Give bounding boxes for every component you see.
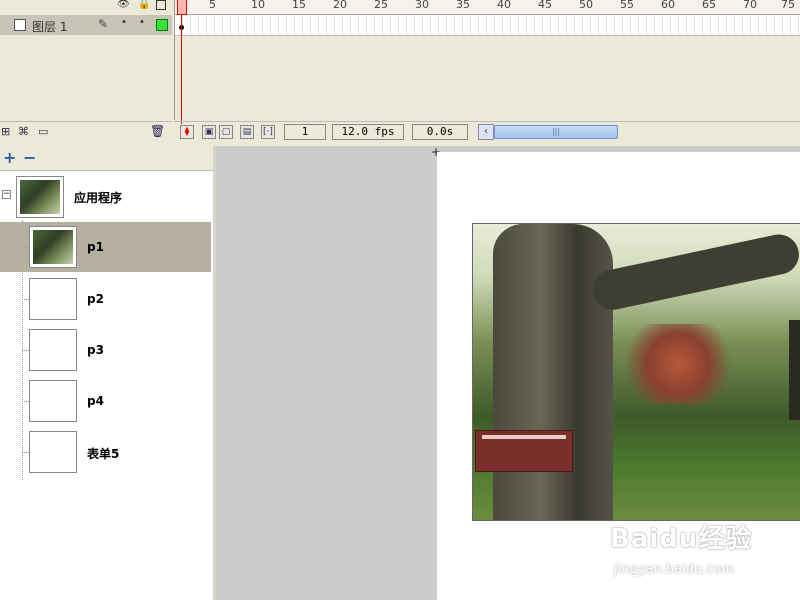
screen-thumbnail <box>29 329 77 371</box>
tree-node-p4[interactable]: p4 <box>0 376 211 426</box>
baidu-jingyan-watermark: Baidu经验 jingyan.baidu.com <box>610 518 800 588</box>
scroll-thumb[interactable]: ||| <box>494 125 618 139</box>
tree-node-root[interactable]: − 应用程序 <box>0 172 211 222</box>
screen-label: 表单5 <box>87 447 120 461</box>
screen-thumbnail <box>29 431 77 473</box>
layer-name[interactable]: 图层 1 <box>32 18 67 35</box>
screen-thumbnail <box>29 278 77 320</box>
outline-toolbar: + − <box>0 146 213 171</box>
tree-node-p3[interactable]: p3 <box>0 325 211 375</box>
tick-label: 55 <box>620 0 634 11</box>
insert-layer-icon[interactable]: ⊞ <box>1 125 10 138</box>
tick-label: 30 <box>415 0 429 11</box>
tick-label: 70 <box>743 0 757 11</box>
trash-icon[interactable]: 🗑 <box>150 124 165 138</box>
playhead-handle[interactable] <box>177 0 187 15</box>
screen-thumbnail <box>16 176 64 218</box>
pencil-icon: ✎ <box>98 17 109 31</box>
playhead-line <box>181 14 182 124</box>
tick-label: 35 <box>456 0 470 11</box>
tree-node-p2[interactable]: p2 <box>0 274 211 324</box>
layer-header: 👁 🔒 <box>0 0 172 14</box>
screen-label: p4 <box>87 394 104 408</box>
tick-label: 40 <box>497 0 511 11</box>
lock-icon[interactable]: 🔒 <box>138 0 150 10</box>
watermark-logo: Baidu经验 <box>610 524 753 554</box>
add-motion-guide-icon[interactable]: ⌘ <box>18 125 29 138</box>
timeline-status-bar: ⧫ ▣ ▢ ▤ [·] 1 12.0 fps 0.0s ‹ ||| <box>174 121 800 142</box>
scroll-left-icon[interactable]: ‹ <box>478 124 494 140</box>
layer-column: 👁 🔒 图层 1 ✎ • • ⊞ ⌘ ▭ 🗑 <box>0 0 172 143</box>
insert-folder-icon[interactable]: ▭ <box>38 125 48 138</box>
tick-label: 20 <box>333 0 347 11</box>
screen-outline-panel: + − − 应用程序 p1 p2 p3 p4 表单5 <box>0 146 216 600</box>
timeline-hscrollbar[interactable]: ‹ ||| <box>478 124 800 140</box>
onion-skin-icon[interactable]: ▣ <box>202 125 216 139</box>
outline-icon[interactable] <box>156 0 166 10</box>
tick-label: 60 <box>661 0 675 11</box>
tick-label: 15 <box>292 0 306 11</box>
timeline-panel: 👁 🔒 图层 1 ✎ • • ⊞ ⌘ ▭ 🗑 1 5 10 15 20 25 3… <box>0 0 800 143</box>
remove-screen-button[interactable]: − <box>23 148 36 167</box>
tree-node-p1[interactable]: p1 <box>0 222 211 272</box>
screen-label: p3 <box>87 343 104 357</box>
visibility-dot[interactable]: • <box>121 17 127 28</box>
watermark-url: jingyan.baidu.com <box>614 562 734 577</box>
tick-label: 5 <box>209 0 216 11</box>
screen-label: p2 <box>87 292 104 306</box>
tree-node-form5[interactable]: 表单5 <box>0 427 211 477</box>
frames-area[interactable]: 1 5 10 15 20 25 30 35 40 45 50 55 60 65 … <box>174 0 800 124</box>
screen-thumbnail <box>29 226 77 268</box>
elapsed-time-field: 0.0s <box>412 124 468 140</box>
tick-label: 45 <box>538 0 552 11</box>
screen-tree: − 应用程序 p1 p2 p3 p4 表单5 <box>0 172 213 600</box>
tick-label: 25 <box>374 0 388 11</box>
center-frame-icon[interactable]: ⧫ <box>180 125 194 139</box>
frame-row[interactable] <box>175 15 800 36</box>
layer-row[interactable]: 图层 1 ✎ • • <box>0 15 172 35</box>
screen-label: p1 <box>87 240 104 254</box>
frame-rate-field[interactable]: 12.0 fps <box>332 124 404 140</box>
eye-icon[interactable]: 👁 <box>117 0 130 10</box>
modify-onion-markers-icon[interactable]: [·] <box>261 125 275 139</box>
layer-tools: ⊞ ⌘ ▭ 🗑 <box>0 121 172 142</box>
screen-thumbnail <box>29 380 77 422</box>
tick-label: 75 <box>781 0 795 11</box>
onion-outline-icon[interactable]: ▢ <box>219 125 233 139</box>
current-frame-field: 1 <box>284 124 326 140</box>
tick-label: 50 <box>579 0 593 11</box>
edit-multiple-frames-icon[interactable]: ▤ <box>240 125 254 139</box>
frame-ruler[interactable]: 1 5 10 15 20 25 30 35 40 45 50 55 60 65 … <box>175 0 800 15</box>
tree-photo-image[interactable] <box>472 223 800 521</box>
layer-icon <box>14 19 26 31</box>
layer-color-swatch[interactable] <box>156 19 168 31</box>
screen-label: 应用程序 <box>74 191 123 205</box>
tick-label: 10 <box>251 0 265 11</box>
tick-label: 65 <box>702 0 716 11</box>
lock-dot[interactable]: • <box>139 17 145 28</box>
add-screen-button[interactable]: + <box>3 148 16 167</box>
collapse-toggle-icon[interactable]: − <box>2 190 11 199</box>
